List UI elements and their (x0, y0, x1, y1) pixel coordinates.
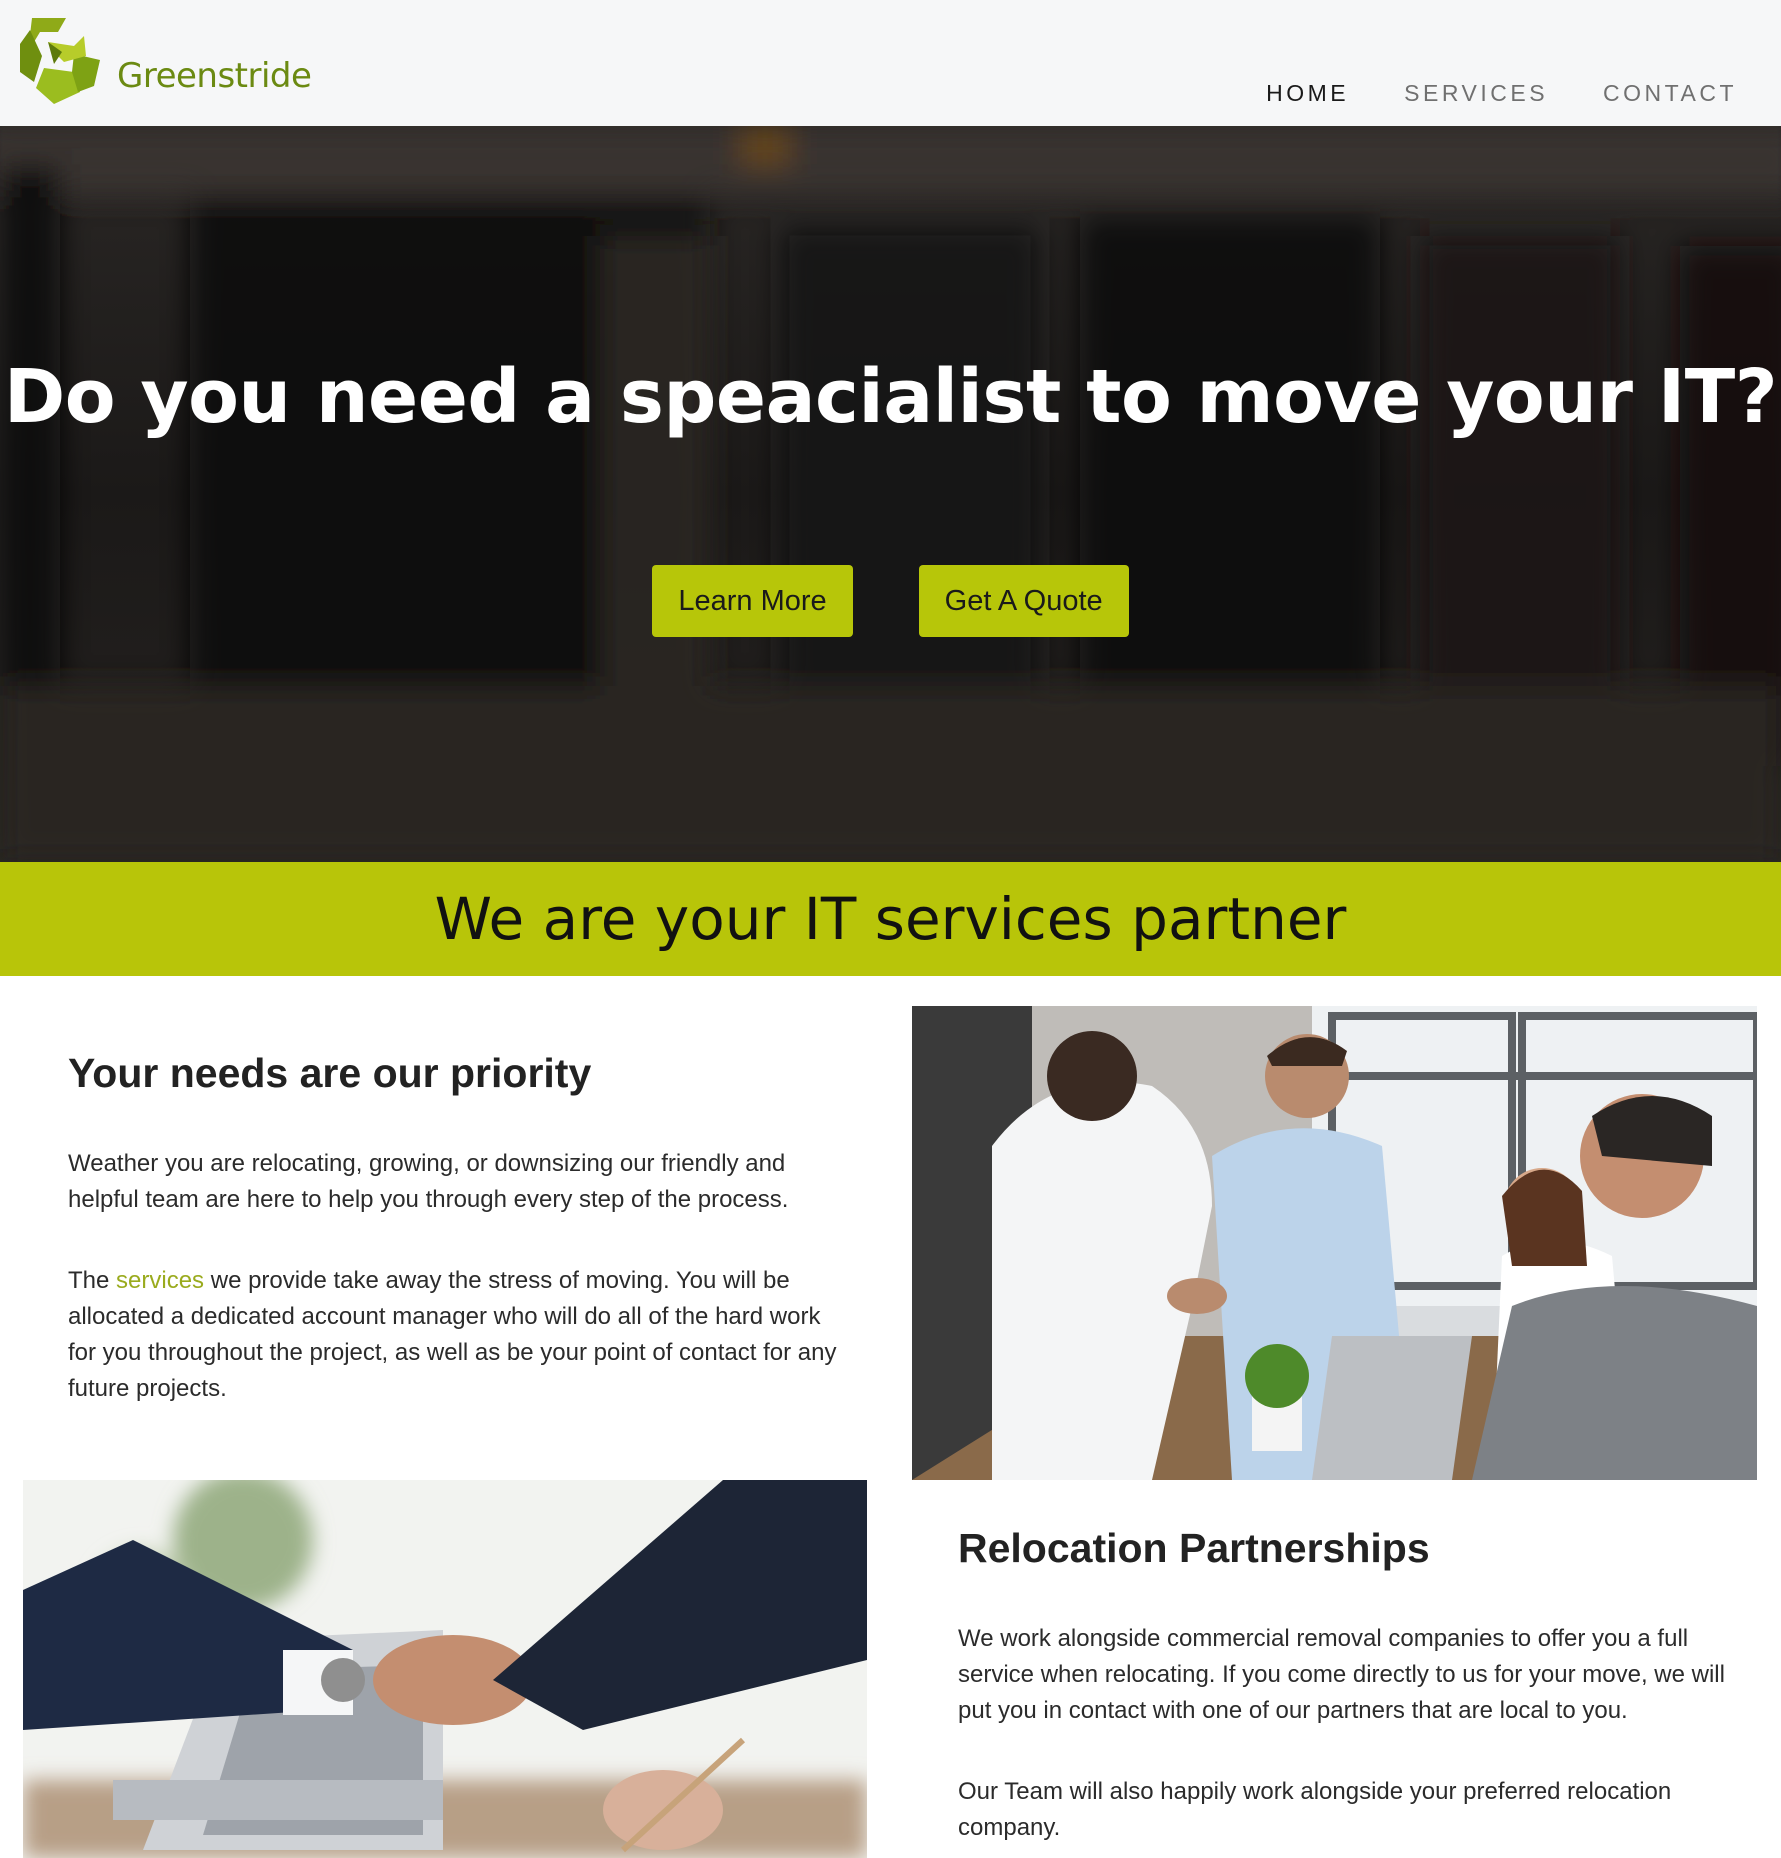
partner-band-title: We are your IT services partner (434, 885, 1347, 953)
team-meeting-photo (912, 1006, 1757, 1480)
nav-item-contact[interactable]: CONTACT (1603, 80, 1737, 107)
services-link[interactable]: services (116, 1267, 204, 1294)
site-header: Greenstride HOME SERVICES CONTACT (0, 0, 1781, 126)
hero-background-image (0, 126, 1781, 862)
handshake-photo (23, 1480, 867, 1858)
site-logo-link[interactable]: Greenstride (14, 12, 314, 112)
hero-title: Do you need a speacialist to move your I… (3, 354, 1778, 440)
priority-title: Your needs are our priority (68, 1050, 592, 1096)
nav-item-services[interactable]: SERVICES (1404, 80, 1548, 107)
nav-item-home[interactable]: HOME (1266, 80, 1349, 107)
learn-more-button[interactable]: Learn More (652, 565, 853, 637)
priority-paragraph-2: The services we provide take away the st… (68, 1263, 848, 1407)
main-nav: HOME SERVICES CONTACT (1266, 80, 1737, 107)
get-a-quote-button[interactable]: Get A Quote (918, 565, 1129, 637)
relocation-title: Relocation Partnerships (958, 1525, 1430, 1571)
greenstride-logo-icon (20, 18, 100, 104)
relocation-paragraph-1: We work alongside commercial removal com… (958, 1625, 1725, 1724)
priority-paragraph-2-start: The (68, 1267, 117, 1294)
hero-section: Do you need a speacialist to move your I… (0, 126, 1781, 862)
partner-band: We are your IT services partner (0, 862, 1781, 976)
priority-paragraph-1: Weather you are relocating, growing, or … (68, 1150, 789, 1213)
relocation-paragraph-2: Our Team will also happily work alongsid… (958, 1778, 1672, 1841)
brand-name: Greenstride (117, 56, 312, 96)
hero-buttons: Learn More Get A Quote (0, 565, 1781, 637)
page: Greenstride HOME SERVICES CONTACT Do you… (0, 0, 1781, 1858)
